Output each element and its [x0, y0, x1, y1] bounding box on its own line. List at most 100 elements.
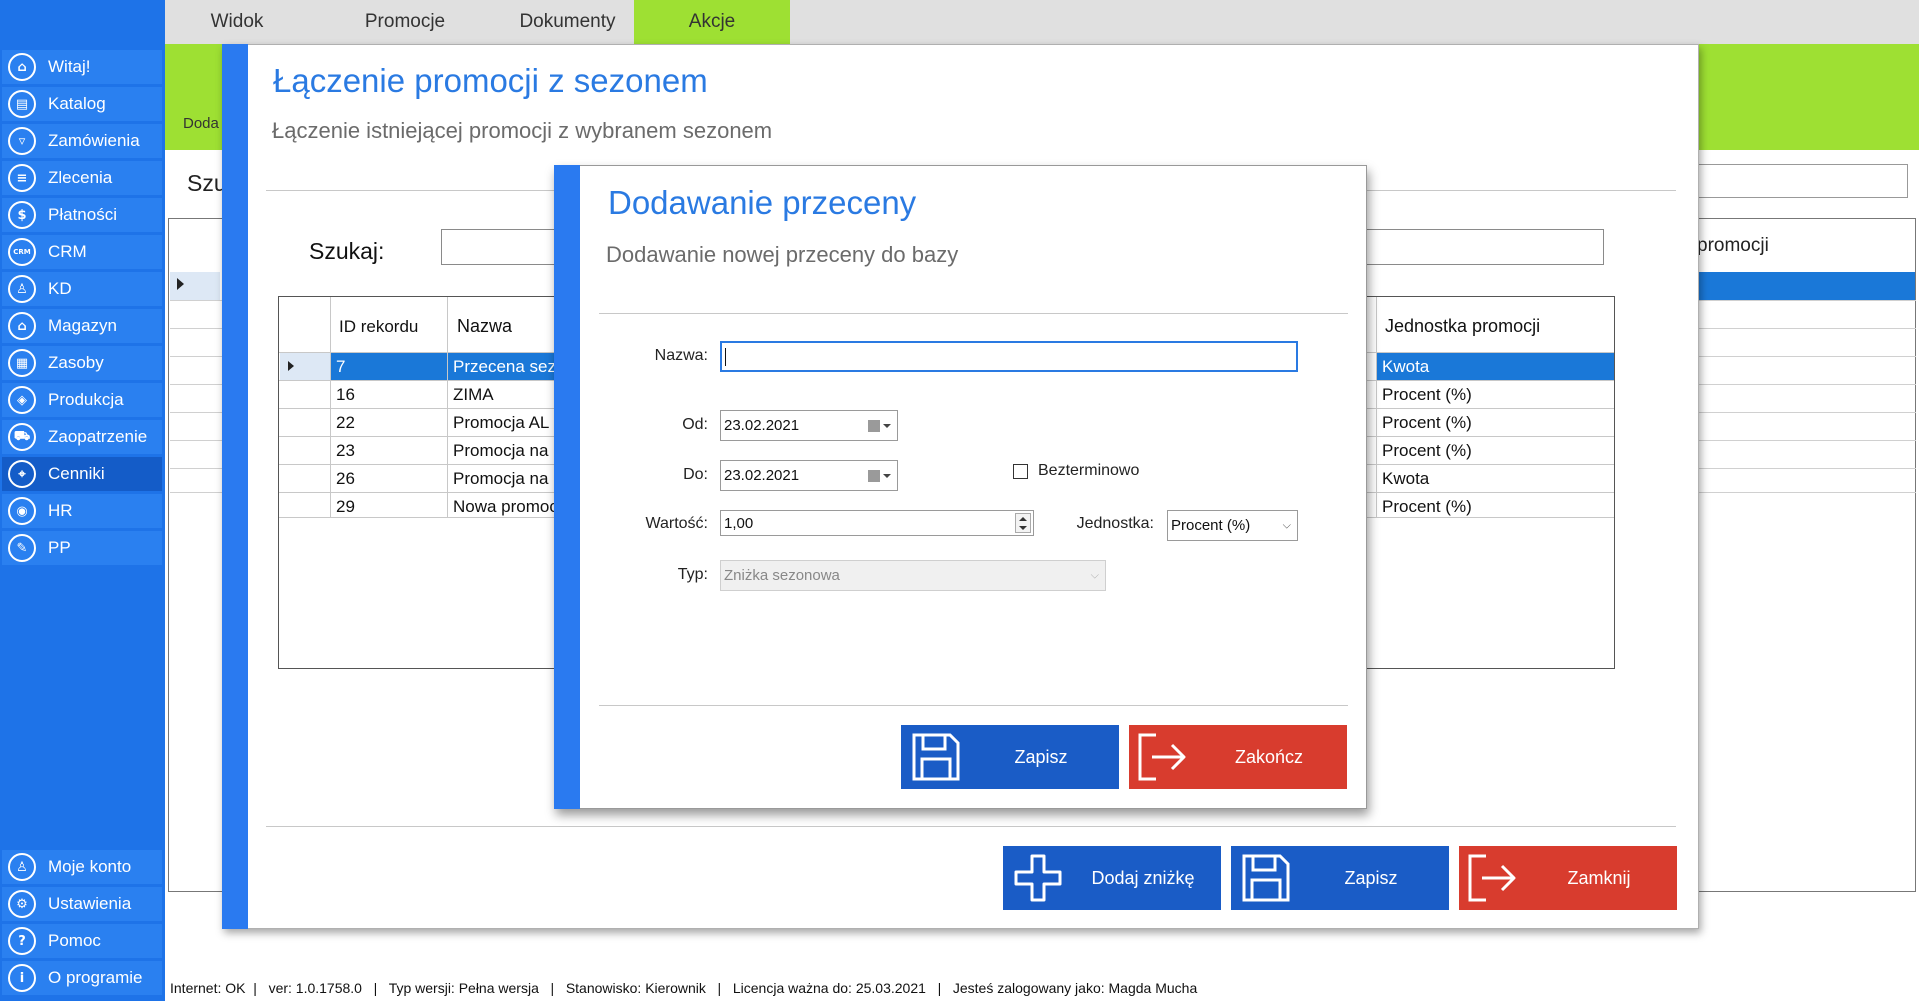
sidebar-item-platnosci[interactable]: $ Płatności — [2, 198, 162, 232]
exit-icon — [1459, 852, 1529, 904]
home-icon: ⌂ — [8, 53, 36, 81]
crm-icon: CRM — [8, 238, 36, 266]
finish-button[interactable]: Zakończ — [1129, 725, 1347, 789]
background-search-input[interactable] — [1690, 164, 1908, 198]
unit-dropdown[interactable]: Procent (%) ⌵ — [1167, 510, 1298, 541]
cell-id[interactable]: 22 — [331, 409, 447, 436]
close-button[interactable]: Zamknij — [1459, 846, 1677, 910]
cart-icon: ▿ — [8, 127, 36, 155]
list-icon: ≡ — [8, 164, 36, 192]
sidebar-item-label: O programie — [48, 968, 143, 987]
value-label: Wartość: — [645, 515, 708, 532]
dialog-title: Dodawanie przeceny — [608, 184, 917, 221]
sidebar-item-label: Cenniki — [48, 464, 105, 483]
sidebar-item-label: Katalog — [48, 94, 106, 113]
calendar-icon[interactable] — [867, 469, 891, 483]
spin-down-icon[interactable] — [1019, 525, 1027, 530]
sidebar-item-produkcja[interactable]: ◈ Produkcja — [2, 383, 162, 417]
sidebar-item-zaopatrzenie[interactable]: ⛟ Zaopatrzenie — [2, 420, 162, 454]
from-label: Od: — [682, 416, 708, 433]
pp-icon: ✎ — [8, 534, 36, 562]
cell-id[interactable]: 29 — [331, 493, 447, 520]
chevron-down-icon: ⌵ — [1090, 569, 1099, 581]
background-search-label: Szu — [187, 170, 227, 196]
sidebar-item-witaj[interactable]: ⌂ Witaj! — [2, 50, 162, 84]
sidebar-item-hr[interactable]: ◉ HR — [2, 494, 162, 528]
background-selected-row[interactable] — [1690, 272, 1915, 300]
calendar-icon[interactable] — [867, 419, 891, 433]
to-date-picker[interactable]: 23.02.2021 — [720, 460, 898, 491]
sidebar-item-zlecenia[interactable]: ≡ Zlecenia — [2, 161, 162, 195]
sidebar-item-zamowienia[interactable]: ▿ Zamówienia — [2, 124, 162, 158]
spin-up-icon[interactable] — [1019, 516, 1027, 521]
tag-icon: ⌖ — [8, 460, 36, 488]
sidebar-item-pp[interactable]: ✎ PP — [2, 531, 162, 565]
cell-id[interactable]: 7 — [331, 353, 447, 381]
user-icon: ♙ — [8, 853, 36, 881]
sidebar-item-kd[interactable]: ♙ KD — [2, 272, 162, 306]
cell-id[interactable]: 16 — [331, 381, 447, 408]
to-label: Do: — [683, 466, 708, 483]
column-header-name[interactable]: Nazwa — [452, 303, 552, 349]
cell-unit[interactable]: Procent (%) — [1377, 409, 1613, 436]
status-bar: Internet: OK | ver: 1.0.1758.0 | Typ wer… — [170, 980, 1198, 996]
cell-name[interactable]: Promocja AL — [448, 409, 554, 436]
cell-id[interactable]: 26 — [331, 465, 447, 492]
cell-name[interactable]: Przecena sez — [448, 353, 554, 381]
tab-dokumenty[interactable]: Dokumenty — [495, 0, 640, 44]
cell-name[interactable]: Nowa promoc — [448, 493, 554, 520]
dialog-accent-bar — [222, 44, 248, 929]
tab-akcje[interactable]: Akcje — [634, 0, 790, 44]
sidebar-item-o-programie[interactable]: i O programie — [2, 961, 162, 995]
name-input[interactable] — [720, 341, 1298, 372]
sidebar-item-label: CRM — [48, 242, 87, 261]
spin-buttons[interactable] — [1015, 513, 1031, 533]
cell-name[interactable]: Promocja na — [448, 437, 554, 464]
cell-unit[interactable]: Kwota — [1377, 353, 1613, 381]
text-cursor — [725, 347, 726, 366]
add-discount-button[interactable]: Dodaj zniżkę — [1003, 846, 1221, 910]
tab-widok[interactable]: Widok — [187, 0, 287, 44]
cell-name[interactable]: ZIMA — [448, 381, 554, 408]
supply-icon: ⛟ — [8, 423, 36, 451]
cell-unit[interactable]: Kwota — [1377, 465, 1613, 492]
sidebar-item-katalog[interactable]: ▤ Katalog — [2, 87, 162, 121]
cell-unit[interactable]: Procent (%) — [1377, 381, 1613, 408]
cell-unit[interactable]: Procent (%) — [1377, 437, 1613, 464]
sidebar: ⌂ Witaj! ▤ Katalog ▿ Zamówienia ≡ Zlecen… — [0, 0, 165, 1001]
top-menu: Widok Promocje Dokumenty Akcje — [165, 0, 1919, 44]
info-icon: i — [8, 964, 36, 992]
warehouse-icon: ⌂ — [8, 312, 36, 340]
from-date-picker[interactable]: 23.02.2021 — [720, 410, 898, 441]
sidebar-item-crm[interactable]: CRM CRM — [2, 235, 162, 269]
cell-name[interactable]: Promocja na — [448, 465, 554, 492]
column-header-unit[interactable]: Jednostka promocji — [1380, 303, 1610, 349]
sidebar-item-moje-konto[interactable]: ♙ Moje konto — [2, 850, 162, 884]
cell-id[interactable]: 23 — [331, 437, 447, 464]
sidebar-item-label: PP — [48, 538, 71, 557]
tab-promocje[interactable]: Promocje — [340, 0, 470, 44]
value-stepper[interactable]: 1,00 — [720, 510, 1034, 536]
row-pointer-icon — [288, 361, 294, 371]
type-dropdown: Zniżka sezonowa ⌵ — [720, 560, 1106, 591]
sidebar-item-ustawienia[interactable]: ⚙ Ustawienia — [2, 887, 162, 921]
column-header-id[interactable]: ID rekordu — [334, 303, 444, 349]
dialog-subtitle: Łączenie istniejącej promocji z wybranem… — [272, 118, 773, 143]
sidebar-item-cenniki[interactable]: ⌖ Cenniki — [2, 457, 162, 491]
indefinite-checkbox[interactable] — [1013, 464, 1028, 479]
sidebar-item-label: Produkcja — [48, 390, 124, 409]
sidebar-item-zasoby[interactable]: ▦ Zasoby — [2, 346, 162, 380]
indefinite-label: Bezterminowo — [1038, 462, 1140, 479]
sidebar-item-magazyn[interactable]: ⌂ Magazyn — [2, 309, 162, 343]
sidebar-item-label: Płatności — [48, 205, 117, 224]
search-label: Szukaj: — [309, 238, 385, 264]
sidebar-item-label: Zlecenia — [48, 168, 113, 187]
sidebar-item-label: Pomoc — [48, 931, 101, 950]
sidebar-item-pomoc[interactable]: ? Pomoc — [2, 924, 162, 958]
sidebar-item-label: Zamówienia — [48, 131, 140, 150]
cell-unit[interactable]: Procent (%) — [1377, 493, 1613, 520]
save-button[interactable]: Zapisz — [901, 725, 1119, 789]
save-button[interactable]: Zapisz — [1231, 846, 1449, 910]
sidebar-item-label: Moje konto — [48, 857, 132, 876]
person-icon: ♙ — [8, 275, 36, 303]
